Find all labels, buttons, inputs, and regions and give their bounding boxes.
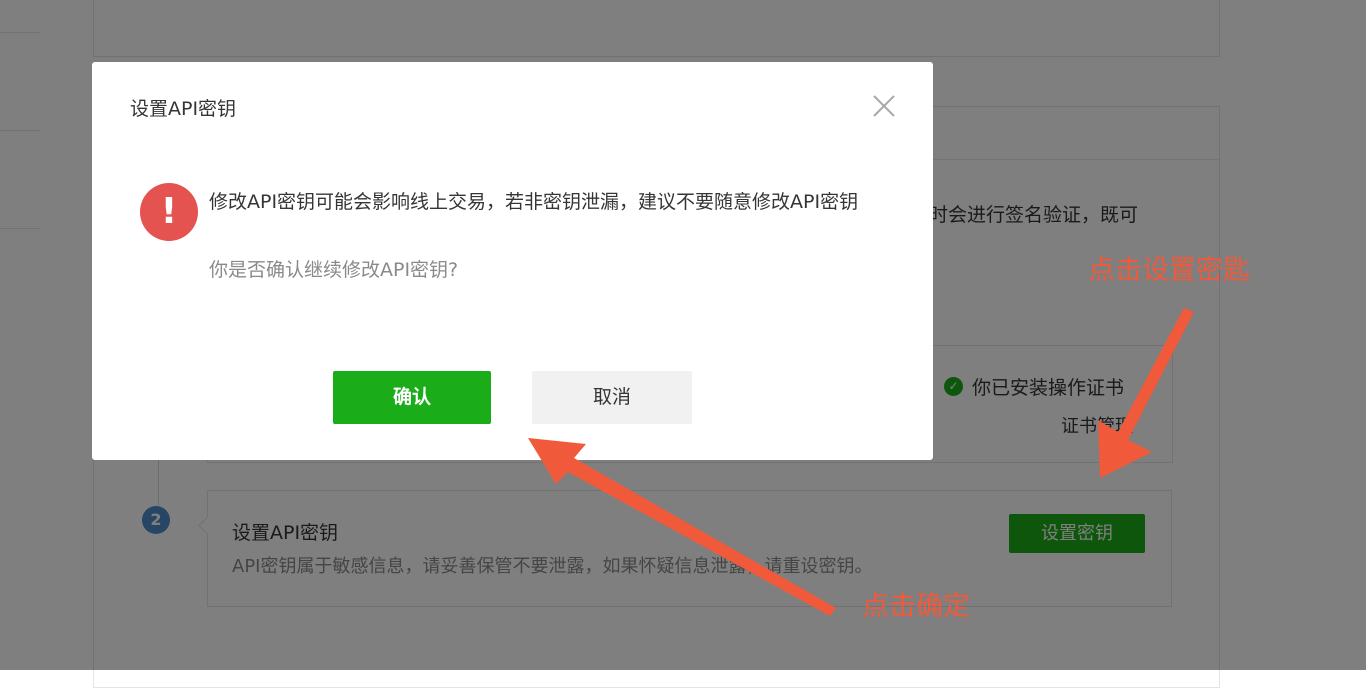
close-icon[interactable] <box>870 92 898 120</box>
confirm-dialog: 设置API密钥 ! 修改API密钥可能会影响线上交易，若非密钥泄漏，建议不要随意… <box>92 62 933 460</box>
dialog-title: 设置API密钥 <box>130 98 237 120</box>
confirm-button[interactable]: 确认 <box>333 371 491 424</box>
annotation-click-confirm: 点击确定 <box>862 591 970 622</box>
cancel-button[interactable]: 取消 <box>532 371 692 424</box>
warning-icon: ! <box>140 183 198 241</box>
dialog-question: 你是否确认继续修改API密钥? <box>209 259 459 281</box>
annotation-click-set-key: 点击设置密匙 <box>1088 255 1250 286</box>
dialog-message: 修改API密钥可能会影响线上交易，若非密钥泄漏，建议不要随意修改API密钥 <box>209 191 859 213</box>
